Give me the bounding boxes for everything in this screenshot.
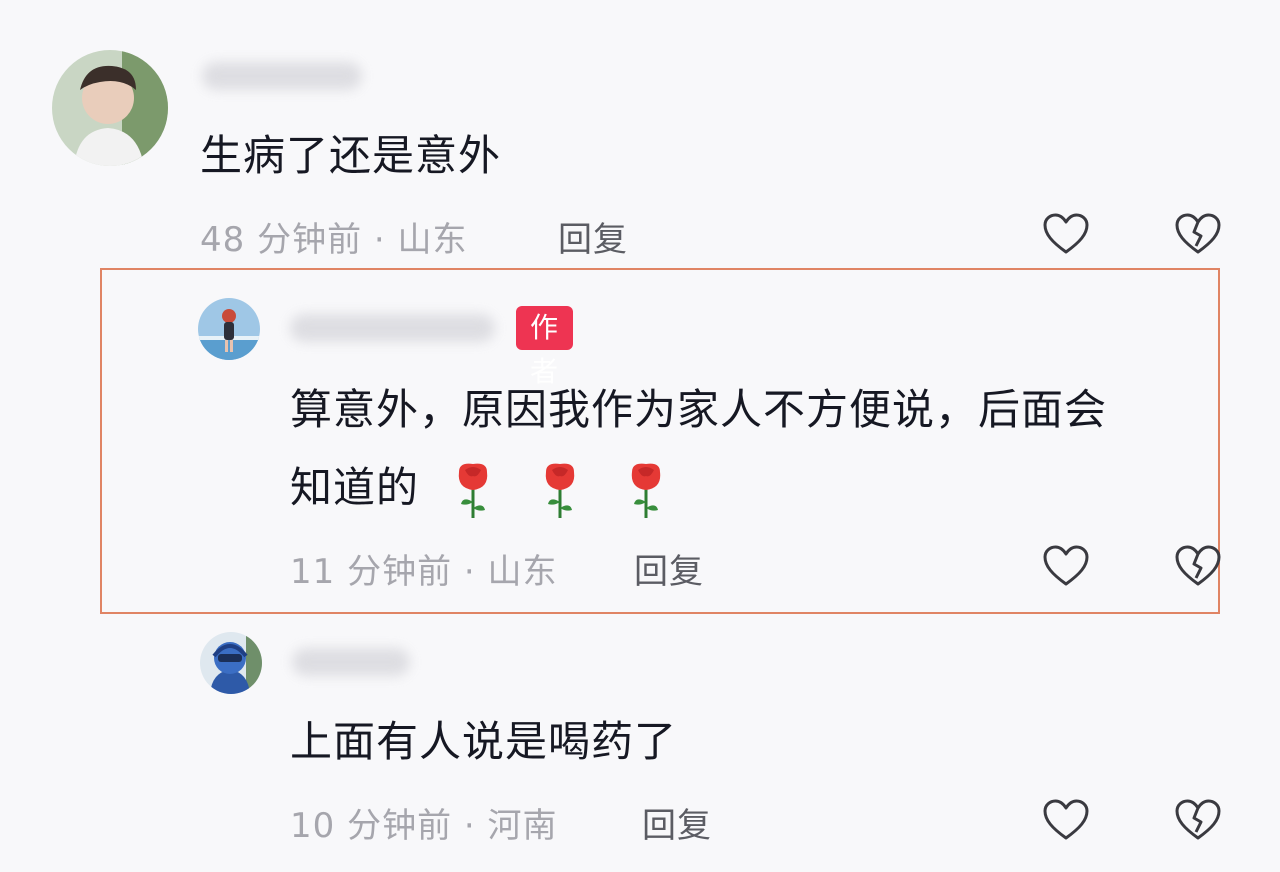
username-blurred[interactable]	[290, 314, 495, 342]
reply-button[interactable]: 回复	[642, 798, 712, 847]
broken-heart-icon[interactable]	[1172, 542, 1224, 590]
comment-meta: 11 分钟前 · 山东	[290, 552, 558, 592]
rose-emoji	[459, 463, 488, 518]
comment-text-line-1: 算意外，原因我作为家人不方便说，后面会	[290, 385, 1108, 434]
rose-emoji	[631, 463, 661, 518]
comment-meta: 48 分钟前 · 山东	[200, 220, 468, 260]
comment-text-line-2: 知道的	[290, 450, 678, 526]
comment-text-line-2-text: 知道的	[290, 463, 420, 512]
broken-heart-icon[interactable]	[1172, 210, 1224, 258]
username-blurred[interactable]	[202, 62, 362, 90]
username-blurred[interactable]	[292, 648, 410, 676]
reply-button[interactable]: 回复	[634, 544, 704, 593]
rose-emoji	[545, 463, 574, 518]
heart-outline-icon[interactable]	[1040, 542, 1092, 590]
avatar[interactable]	[200, 632, 262, 694]
broken-heart-icon[interactable]	[1172, 796, 1224, 844]
comment-meta: 10 分钟前 · 河南	[290, 806, 558, 846]
heart-outline-icon[interactable]	[1040, 796, 1092, 844]
heart-outline-icon[interactable]	[1040, 210, 1092, 258]
avatar[interactable]	[198, 298, 260, 360]
avatar[interactable]	[52, 50, 168, 166]
reply-button[interactable]: 回复	[558, 212, 628, 261]
author-badge: 作者	[516, 306, 574, 388]
comment-text: 生病了还是意外	[200, 131, 502, 180]
comment-text: 上面有人说是喝药了	[290, 717, 678, 766]
